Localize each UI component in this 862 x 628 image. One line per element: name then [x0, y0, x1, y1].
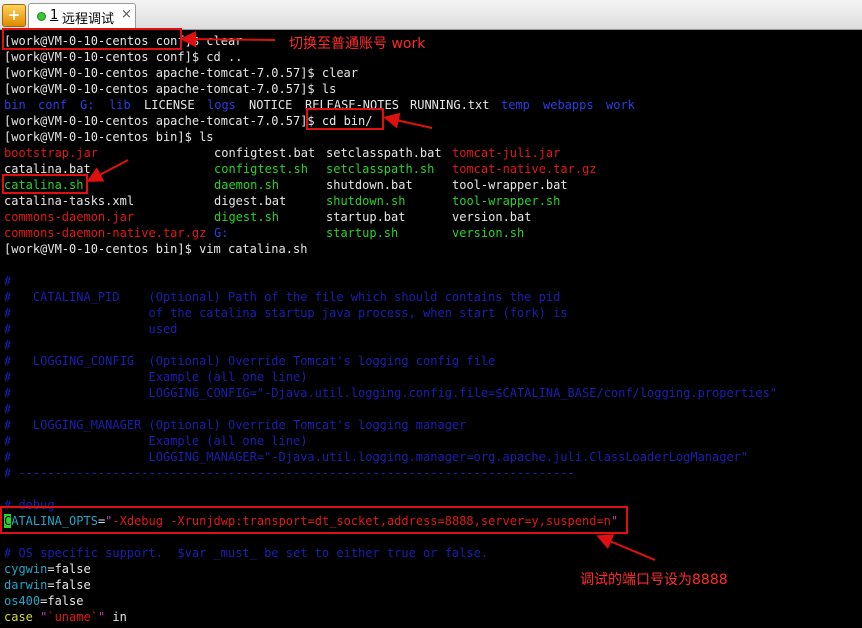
arrow-to-catalina-sh: [86, 159, 129, 182]
annotation-switch-user: 切换至普通账号 work: [289, 36, 426, 52]
annotation-debug-port: 调试的端口号设为8888: [580, 572, 728, 588]
annotation-arrows: [86, 31, 656, 561]
arrow-to-cd-bin: [383, 112, 433, 129]
arrow-to-catalina-opts: [596, 534, 656, 561]
arrow-to-prompt: [180, 31, 276, 48]
